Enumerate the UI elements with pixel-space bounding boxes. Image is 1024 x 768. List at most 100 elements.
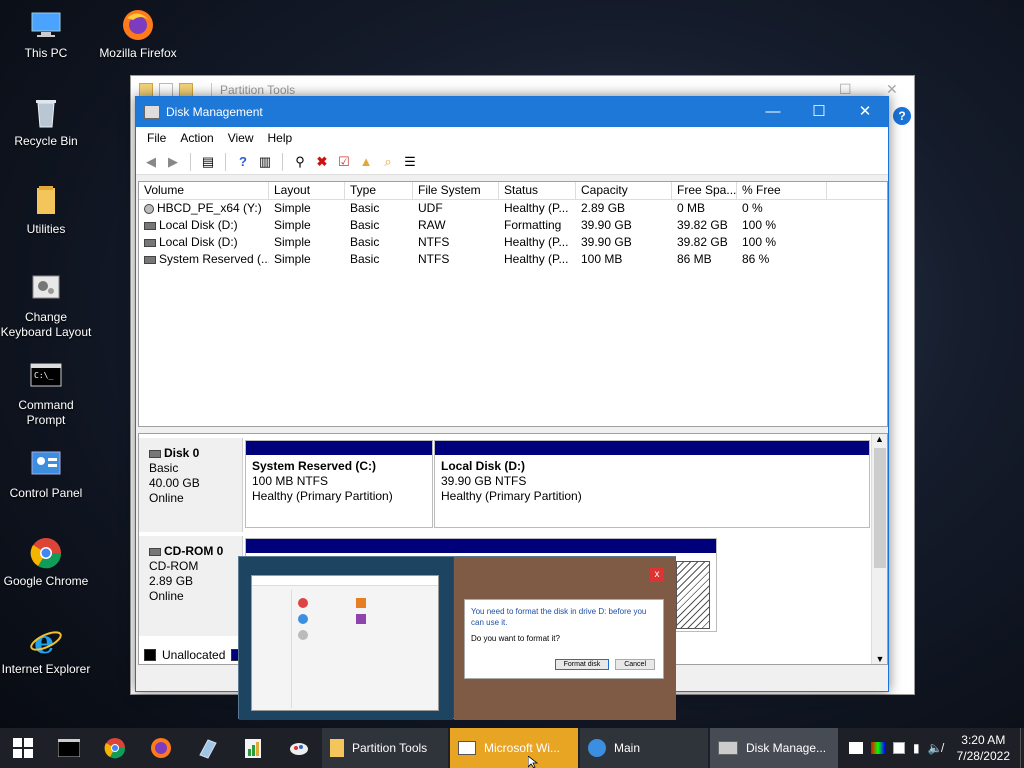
partition-bar <box>246 441 432 455</box>
column-header[interactable]: Type <box>345 182 413 199</box>
desktop-icon-control-panel[interactable]: Control Panel <box>0 448 92 501</box>
table-row[interactable]: System Reserved (... Simple Basic NTFS H… <box>139 251 887 268</box>
back-icon[interactable]: ◀ <box>142 153 160 171</box>
taskbar-tray-icon[interactable] <box>893 742 906 754</box>
taskbar-button-main[interactable]: Main <box>580 728 708 768</box>
desktop-icon-chrome[interactable]: Google Chrome <box>0 536 92 589</box>
disk-type: CD-ROM <box>149 559 199 573</box>
volume-list[interactable]: Volume Layout Type File System Status Ca… <box>138 181 888 427</box>
column-header[interactable]: Layout <box>269 182 345 199</box>
usb-icon[interactable]: ▮ <box>913 741 920 755</box>
scroll-thumb[interactable] <box>874 448 886 568</box>
format-disk-button[interactable]: Format disk <box>554 659 610 670</box>
column-header[interactable]: Status <box>499 182 576 199</box>
disk-0-info[interactable]: Disk 0 Basic 40.00 GB Online <box>139 438 243 532</box>
desktop-icon-firefox[interactable]: Mozilla Firefox <box>92 8 184 61</box>
desktop-icon-this-pc[interactable]: This PC <box>0 8 92 61</box>
column-header[interactable]: File System <box>413 182 499 199</box>
partition-system-reserved[interactable]: System Reserved (C:) 100 MB NTFS Healthy… <box>245 440 433 528</box>
disk-size: 2.89 GB <box>149 574 194 588</box>
taskbar-app[interactable] <box>276 728 322 768</box>
svg-text:C:\_: C:\_ <box>34 371 53 380</box>
desktop-icon-utilities[interactable]: Utilities <box>0 184 92 237</box>
cell: 39.90 GB <box>581 218 632 232</box>
folder-up-icon[interactable]: ▲ <box>357 153 375 171</box>
chrome-icon <box>29 536 63 570</box>
check-icon[interactable]: ☑ <box>335 153 353 171</box>
scroll-up-icon[interactable]: ▲ <box>872 434 887 444</box>
volume-list-header: Volume Layout Type File System Status Ca… <box>139 182 887 200</box>
partition-status: Healthy (Primary Partition) <box>252 489 393 503</box>
taskbar-button-label: Partition Tools <box>352 741 428 755</box>
table-row[interactable]: Local Disk (D:) Simple Basic RAW Formatt… <box>139 217 887 234</box>
column-header[interactable]: % Free <box>737 182 827 199</box>
disk-0-row[interactable]: Disk 0 Basic 40.00 GB Online System Rese… <box>139 438 871 532</box>
main-app-icon <box>588 739 606 757</box>
taskbar-preview-popup[interactable]: x You need to format the disk in drive D… <box>238 556 676 720</box>
forward-icon[interactable]: ▶ <box>164 153 182 171</box>
folder-icon <box>330 739 344 757</box>
scroll-down-icon[interactable]: ▼ <box>872 654 887 664</box>
help-icon[interactable]: ? <box>893 107 911 125</box>
menu-view[interactable]: View <box>221 131 261 145</box>
show-desktop-button[interactable] <box>1020 728 1024 768</box>
hatched-partition <box>676 561 710 629</box>
disk-state: Online <box>149 589 184 603</box>
taskbar-command-prompt[interactable] <box>46 728 92 768</box>
clock[interactable]: 3:20 AM 7/28/2022 <box>947 732 1020 764</box>
taskbar-chrome[interactable] <box>92 728 138 768</box>
preview-thumbnail-explorer[interactable] <box>239 557 453 720</box>
taskbar-firefox[interactable] <box>138 728 184 768</box>
computer-icon <box>29 8 63 42</box>
close-button[interactable]: ✕ <box>842 97 888 127</box>
menu-help[interactable]: Help <box>261 131 300 145</box>
cell: 100 % <box>742 218 777 232</box>
cdrom-0-info[interactable]: CD-ROM 0 CD-ROM 2.89 GB Online <box>139 536 243 636</box>
console-tree-icon[interactable]: ▤ <box>199 153 217 171</box>
taskbar-button-microsoft-windows[interactable]: Microsoft Wi... <box>450 728 578 768</box>
desktop-icon-recycle-bin[interactable]: Recycle Bin <box>0 96 92 149</box>
start-button[interactable] <box>0 728 46 768</box>
partition-size: 100 MB NTFS <box>252 474 329 488</box>
color-icon[interactable] <box>871 742 886 754</box>
table-row[interactable]: Local Disk (D:) Simple Basic NTFS Health… <box>139 234 887 251</box>
taskbar-app[interactable] <box>184 728 230 768</box>
column-header[interactable]: Free Spa... <box>672 182 737 199</box>
connect-icon[interactable]: ⚲ <box>291 153 309 171</box>
cell: Healthy (P... <box>504 201 569 215</box>
maximize-button[interactable]: ☐ <box>796 97 842 127</box>
preview-thumbnail-dialog[interactable]: x You need to format the disk in drive D… <box>454 557 676 720</box>
minimize-button[interactable]: — <box>750 97 796 127</box>
search-folder-icon[interactable]: ⌕ <box>379 153 397 171</box>
close-preview-button[interactable]: x <box>650 568 664 582</box>
desktop-icon-keyboard-layout[interactable]: Change Keyboard Layout <box>0 272 92 340</box>
taskbar-app[interactable] <box>230 728 276 768</box>
cell: Local Disk (D:) <box>159 235 238 249</box>
help-topic-icon[interactable]: ? <box>234 153 252 171</box>
vertical-scrollbar[interactable]: ▲ ▼ <box>871 434 887 664</box>
control-panel-icon <box>29 448 63 482</box>
volume-muted-icon[interactable]: 🔈̸ <box>928 741 943 755</box>
cell: Basic <box>350 252 380 266</box>
cancel-button[interactable]: Cancel <box>615 659 655 670</box>
partition-local-disk[interactable]: Local Disk (D:) 39.90 GB NTFS Healthy (P… <box>434 440 870 528</box>
unallocated-swatch <box>144 649 156 661</box>
delete-icon[interactable]: ✖ <box>313 153 331 171</box>
properties-icon[interactable]: ▥ <box>256 153 274 171</box>
window-title: Disk Management <box>166 105 263 119</box>
taskbar-button-disk-management[interactable]: Disk Manage... <box>710 728 838 768</box>
column-header[interactable]: Volume <box>139 182 269 199</box>
taskbar-button-partition-tools[interactable]: Partition Tools <box>322 728 448 768</box>
column-header[interactable]: Capacity <box>576 182 672 199</box>
desktop-icon-internet-explorer[interactable]: e Internet Explorer <box>0 623 92 677</box>
display-settings-icon[interactable] <box>849 742 864 754</box>
menu-action[interactable]: Action <box>173 131 220 145</box>
chart-icon <box>245 739 261 758</box>
list-icon[interactable]: ☰ <box>401 153 419 171</box>
drive-icon <box>144 238 156 247</box>
desktop-icon-command-prompt[interactable]: C:\_ Command Prompt <box>0 360 92 428</box>
title-bar: Disk Management — ☐ ✕ <box>136 97 888 127</box>
menu-file[interactable]: File <box>140 131 173 145</box>
table-row[interactable]: HBCD_PE_x64 (Y:) Simple Basic UDF Health… <box>139 200 887 217</box>
legend: Unallocated <box>138 645 244 665</box>
